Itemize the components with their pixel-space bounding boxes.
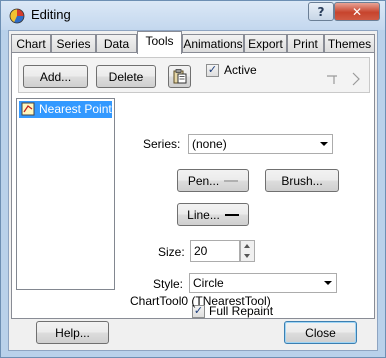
- tab-chart[interactable]: Chart: [11, 34, 51, 53]
- tools-toolbar: Add... Delete ✓ Active: [18, 57, 370, 93]
- help-button[interactable]: Help...: [36, 321, 109, 344]
- series-value: (none): [192, 137, 227, 151]
- size-input[interactable]: 20: [190, 240, 240, 262]
- tab-themes[interactable]: Themes: [324, 34, 375, 53]
- tab-export[interactable]: Export: [244, 34, 287, 53]
- brush-button[interactable]: Brush...: [265, 169, 339, 192]
- move-down-icon[interactable]: [350, 72, 362, 86]
- tab-print[interactable]: Print: [287, 34, 324, 53]
- style-label: Style:: [153, 277, 184, 291]
- copy-tool-button[interactable]: [168, 65, 191, 88]
- close-button[interactable]: Close: [284, 321, 357, 344]
- delete-button[interactable]: Delete: [96, 65, 156, 88]
- active-checkbox[interactable]: ✓: [206, 64, 219, 77]
- style-value: Circle: [193, 276, 224, 290]
- tools-list[interactable]: Nearest Point: [16, 98, 115, 290]
- app-icon: [9, 8, 25, 24]
- tab-animations[interactable]: Animations: [182, 34, 244, 53]
- series-label: Series:: [143, 137, 181, 151]
- tool-status-text: ChartTool0 (TNearestTool): [130, 294, 271, 308]
- tools-panel: Add... Delete ✓ Active Nearest Point Ser…: [11, 52, 375, 319]
- title-bar[interactable]: Editing ? ✕: [1, 1, 385, 30]
- active-label: Active: [224, 63, 257, 77]
- list-item[interactable]: Nearest Point: [19, 101, 112, 118]
- tab-data[interactable]: Data: [96, 34, 137, 53]
- spin-up-icon[interactable]: [244, 244, 250, 248]
- nearest-point-icon: [21, 102, 35, 116]
- size-spinner[interactable]: [240, 240, 255, 262]
- line-preview-line: [224, 213, 239, 216]
- line-button[interactable]: Line...: [177, 203, 249, 226]
- tab-series[interactable]: Series: [51, 34, 96, 53]
- help-title-button[interactable]: ?: [308, 2, 334, 21]
- tool-name: Nearest Point: [39, 102, 112, 116]
- editing-dialog: Editing ? ✕ Chart Series Data Tools Anim…: [0, 0, 386, 358]
- help-icon: ?: [317, 4, 325, 19]
- tab-tools[interactable]: Tools: [137, 31, 182, 54]
- spin-down-icon[interactable]: [244, 254, 250, 258]
- window-title: Editing: [31, 7, 71, 22]
- dialog-client: Chart Series Data Tools Animations Expor…: [8, 30, 378, 351]
- style-combo[interactable]: Circle: [189, 273, 337, 293]
- move-up-icon[interactable]: [325, 74, 339, 86]
- chevron-down-icon: [324, 281, 332, 285]
- pen-preview-line: [224, 179, 239, 182]
- close-title-button[interactable]: ✕: [334, 2, 380, 21]
- size-label: Size:: [158, 245, 185, 259]
- line-label: Line...: [187, 207, 220, 222]
- add-button[interactable]: Add...: [23, 65, 88, 88]
- clipboard-icon: [173, 69, 186, 84]
- series-combo[interactable]: (none): [188, 134, 333, 154]
- pen-label: Pen...: [187, 173, 220, 188]
- chevron-down-icon: [320, 142, 328, 146]
- pen-button[interactable]: Pen...: [177, 169, 249, 192]
- close-icon: ✕: [351, 4, 363, 19]
